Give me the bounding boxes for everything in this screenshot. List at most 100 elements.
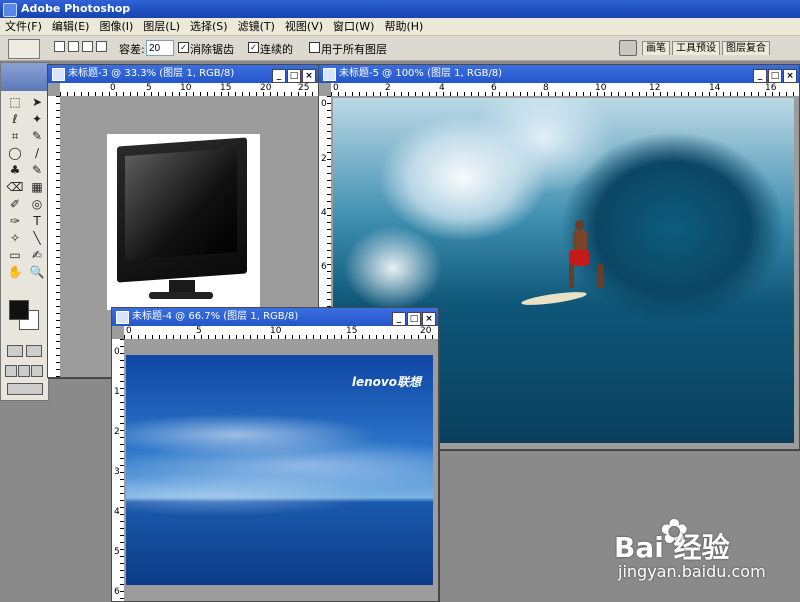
lasso-tool-icon[interactable]: ℓ xyxy=(6,112,24,126)
history-brush-icon[interactable]: ✎ xyxy=(28,163,46,177)
screen-mode-standard-icon[interactable] xyxy=(5,365,17,377)
vertical-ruler[interactable]: 0 1 2 3 4 5 6 xyxy=(112,339,124,601)
gradient-tool-icon[interactable]: ▦ xyxy=(28,180,46,194)
new-selection-icon[interactable] xyxy=(54,41,65,52)
menu-filter[interactable]: 滤镜(T) xyxy=(233,18,280,35)
tolerance-input[interactable] xyxy=(146,40,174,56)
close-button[interactable]: × xyxy=(302,69,316,83)
window-controls: _ □ × xyxy=(271,67,316,83)
surfer-head xyxy=(575,220,584,230)
document-window-5-titlebar[interactable]: 未标题-5 @ 100% (图层 1, RGB/8) _ □ × xyxy=(319,65,799,83)
subtract-selection-icon[interactable] xyxy=(82,41,93,52)
document-window-4-title: 未标题-4 @ 66.7% (图层 1, RGB/8) xyxy=(132,311,299,322)
horizontal-ruler[interactable]: 0 2 4 6 8 10 12 14 16 xyxy=(331,83,799,96)
menu-window[interactable]: 窗口(W) xyxy=(328,18,379,35)
watermark-brand: Bai 经验 xyxy=(614,531,730,564)
menu-file[interactable]: 文件(F) xyxy=(0,18,47,35)
window-controls: _ □ × xyxy=(391,310,436,326)
eyedropper-tool-icon[interactable]: ✍ xyxy=(28,248,46,262)
document-window-3-titlebar[interactable]: 未标题-3 @ 33.3% (图层 1, RGB/8) _ □ × xyxy=(48,65,318,83)
antialias-checkbox[interactable]: ✓ xyxy=(178,42,189,53)
add-selection-icon[interactable] xyxy=(68,41,79,52)
menu-select[interactable]: 选择(S) xyxy=(185,18,233,35)
ruler-tick-label: 10 xyxy=(595,83,607,93)
palette-tab-layer-comps[interactable]: 图层复合 xyxy=(722,41,770,55)
ruler-tick-label: 0 xyxy=(321,99,327,109)
blur-tool-icon[interactable]: ✐ xyxy=(6,197,24,211)
ruler-tick-label: 3 xyxy=(114,467,120,477)
palette-well: 画笔 工具预设 图层复合 xyxy=(642,41,772,55)
healing-brush-icon[interactable]: ◯ xyxy=(6,146,24,160)
path-selection-icon[interactable]: ✑ xyxy=(6,214,24,228)
ruler-tick-label: 5 xyxy=(196,326,202,336)
move-tool-icon[interactable]: ➤ xyxy=(28,95,46,109)
surfboard xyxy=(520,289,588,308)
all-layers-checkbox[interactable] xyxy=(309,42,320,53)
brush-tool-icon[interactable]: ∕ xyxy=(28,146,46,160)
document-window-4-titlebar[interactable]: 未标题-4 @ 66.7% (图层 1, RGB/8) _ □ × xyxy=(112,308,438,326)
monitor-image-canvas[interactable] xyxy=(107,134,260,310)
maximize-button[interactable]: □ xyxy=(407,312,421,326)
ruler-tick-label: 15 xyxy=(220,83,232,93)
menu-help[interactable]: 帮助(H) xyxy=(379,18,428,35)
ruler-tick-label: 0 xyxy=(126,326,132,336)
close-button[interactable]: × xyxy=(783,69,797,83)
ruler-tick-label: 6 xyxy=(321,262,327,272)
tolerance-label: 容差: xyxy=(119,43,145,56)
type-tool-icon[interactable]: T xyxy=(28,214,46,228)
contiguous-checkbox[interactable]: ✓ xyxy=(248,42,259,53)
window-controls: _ □ × xyxy=(752,67,797,83)
menu-bar: 文件(F) 编辑(E) 图像(I) 图层(L) 选择(S) 滤镜(T) 视图(V) 窗口(W)… xyxy=(0,18,800,36)
marquee-tool-icon[interactable]: ⬚ xyxy=(6,95,24,109)
minimize-button[interactable]: _ xyxy=(753,69,767,83)
notes-tool-icon[interactable]: ▭ xyxy=(6,248,24,262)
screen-mode-full-icon[interactable] xyxy=(31,365,43,377)
lenovo-wallpaper-canvas[interactable]: lenovo联想 xyxy=(126,355,433,585)
line-tool-icon[interactable]: ╲ xyxy=(28,231,46,245)
menu-view[interactable]: 视图(V) xyxy=(280,18,328,35)
ruler-tick-label: 0 xyxy=(114,347,120,357)
ruler-tick-label: 1 xyxy=(114,387,120,397)
ruler-tick-label: 5 xyxy=(114,547,120,557)
ruler-tick-label: 0 xyxy=(110,83,116,93)
close-button[interactable]: × xyxy=(422,312,436,326)
hand-tool-icon[interactable]: ✋ xyxy=(6,265,24,279)
quick-mask-mode-icon[interactable] xyxy=(26,345,42,357)
minimize-button[interactable]: _ xyxy=(392,312,406,326)
ruler-tick-label: 25 xyxy=(298,83,310,93)
palette-tab-brushes[interactable]: 画笔 xyxy=(642,41,670,55)
slice-tool-icon[interactable]: ✎ xyxy=(28,129,46,143)
print-icon[interactable] xyxy=(619,40,637,56)
eraser-tool-icon[interactable]: ⌫ xyxy=(6,180,24,194)
horizontal-ruler[interactable]: 0 5 10 15 20 25 xyxy=(60,83,318,96)
zoom-tool-icon[interactable]: 🔍 xyxy=(28,265,46,279)
maximize-button[interactable]: □ xyxy=(287,69,301,83)
palette-tab-tool-presets[interactable]: 工具预设 xyxy=(672,41,720,55)
pen-tool-icon[interactable]: ✧ xyxy=(6,231,24,245)
menu-layer[interactable]: 图层(L) xyxy=(138,18,185,35)
minimize-button[interactable]: _ xyxy=(272,69,286,83)
standard-mode-icon[interactable] xyxy=(7,345,23,357)
ruler-tick-label: 6 xyxy=(491,83,497,93)
crop-tool-icon[interactable]: ⌗ xyxy=(6,129,24,143)
intersect-selection-icon[interactable] xyxy=(96,41,107,52)
vertical-ruler[interactable] xyxy=(48,96,60,377)
horizontal-ruler[interactable]: 0 5 10 15 20 xyxy=(124,326,438,339)
screen-mode-full-menu-icon[interactable] xyxy=(18,365,30,377)
menu-image[interactable]: 图像(I) xyxy=(94,18,138,35)
selection-mode-buttons xyxy=(54,41,110,55)
app-title: Adobe Photoshop xyxy=(21,2,131,15)
maximize-button[interactable]: □ xyxy=(768,69,782,83)
document-icon xyxy=(323,68,336,81)
foreground-color-swatch[interactable] xyxy=(9,300,29,320)
menu-edit[interactable]: 编辑(E) xyxy=(47,18,95,35)
document-icon xyxy=(52,68,65,81)
document-window-3-title: 未标题-3 @ 33.3% (图层 1, RGB/8) xyxy=(68,68,235,79)
clone-stamp-icon[interactable]: ♣ xyxy=(6,163,24,177)
toolbox-header-feather-icon[interactable] xyxy=(1,63,48,91)
dodge-tool-icon[interactable]: ◎ xyxy=(28,197,46,211)
jump-to-imageready-icon[interactable] xyxy=(7,383,43,395)
magic-wand-tool-preset-icon[interactable] xyxy=(8,39,40,59)
surfer-legs xyxy=(569,264,603,288)
magic-wand-tool-icon[interactable]: ✦ xyxy=(28,112,46,126)
